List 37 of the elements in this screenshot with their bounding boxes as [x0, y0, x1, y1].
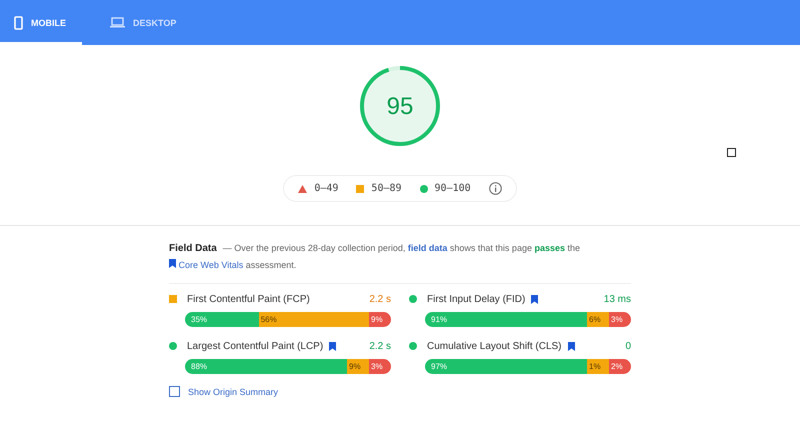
metric-value: 2.2 s — [369, 294, 391, 304]
score-value: 95 — [386, 93, 414, 120]
field-data-description: Field Data — Over the previous 28-day collection period, field data shows that this page passes the Core Web Vitals assessment. — [169, 242, 582, 272]
bar-segment: 1% — [587, 359, 609, 374]
metric-name: Cumulative Layout Shift (CLS) — [427, 340, 562, 352]
bar-segment: 2% — [609, 359, 631, 374]
bookmark-icon — [169, 259, 176, 268]
metric-value: 13 ms — [604, 294, 631, 304]
bar-segment: 91% — [425, 312, 587, 327]
bar-segment: 97% — [425, 359, 587, 374]
bar-segment: 9% — [347, 359, 369, 374]
bookmark-icon — [329, 342, 336, 350]
metric-value: 0 — [625, 340, 631, 352]
laptop-icon — [110, 17, 125, 28]
bar-segment: 88% — [185, 359, 347, 374]
bookmark-icon — [531, 294, 538, 304]
bar-segment: 3% — [369, 359, 391, 374]
metric-value: 2.2 s — [369, 340, 391, 352]
bookmark-icon — [568, 342, 575, 350]
tab[interactable]: MOBILE — [0, 3, 82, 45]
info-icon[interactable] — [488, 182, 502, 195]
metric-name: First Contentful Paint (FCP) — [187, 294, 310, 304]
phone-icon — [14, 16, 23, 30]
legend-label: 50–89 — [371, 183, 402, 194]
checkbox-label[interactable]: Show Origin Summary — [188, 386, 278, 396]
bar-segment: 35% — [185, 312, 259, 327]
metric-name: First Input Delay (FID) — [427, 294, 526, 304]
square-icon — [727, 148, 736, 157]
bar-segment: 6% — [587, 312, 609, 327]
bar-segment: 3% — [609, 312, 631, 327]
bar-segment: 56% — [258, 312, 369, 327]
legend-label: 90–100 — [434, 183, 471, 194]
tab[interactable]: DESKTOP — [96, 3, 192, 45]
metric-name: Largest Contentful Paint (LCP) — [187, 340, 324, 352]
legend-label: 0–49 — [314, 183, 338, 194]
checkbox[interactable] — [169, 386, 180, 397]
bar-segment: 9% — [369, 312, 391, 327]
